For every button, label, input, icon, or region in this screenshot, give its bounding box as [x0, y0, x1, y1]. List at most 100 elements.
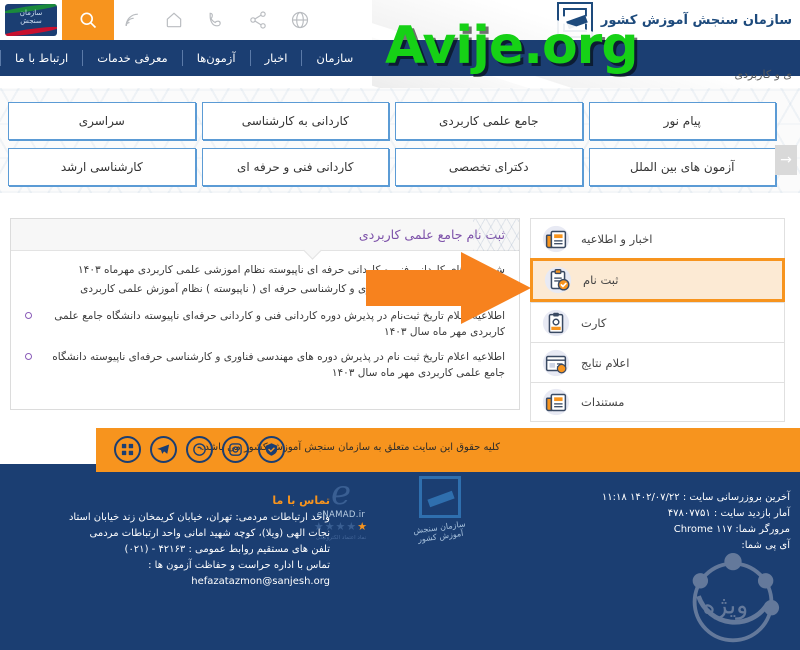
sidebar-item-registration[interactable]: ثبت نام: [530, 258, 785, 302]
stat-value: ۴۷۸۰۷۷۵۱: [667, 508, 711, 519]
sanjesh-badge-caption: سازمان سنجش آموزش کشور: [412, 519, 467, 545]
news-link-1[interactable]: اطلاعیه اعلام تاریخ ثبت‌نام در پذیرش دور…: [37, 308, 505, 340]
nav-item-azmonha[interactable]: آزمون‌ها: [183, 51, 250, 65]
results-icon: [541, 348, 571, 378]
organization-title: سازمان سنجش آموزش کشور: [600, 12, 793, 28]
footer-orange-bar: کلیه حقوق این سایت متعلق به سازمان سنجش …: [96, 428, 800, 472]
stat-label: مرورگر شما:: [735, 524, 790, 535]
sidebar-item-news[interactable]: اخبار و اطلاعیه: [530, 218, 785, 258]
sidebar-item-label: ثبت نام: [583, 273, 619, 287]
category-button-grid: پیام نور جامع علمی کاربردی کاردانی به کا…: [8, 102, 776, 186]
panel-body: ش دوره های کاردانی فنی و کاردانی حرفه ای…: [11, 251, 519, 389]
top-bar: سازمان سنجش سازمان سنجش آموزش کشور: [0, 0, 800, 40]
search-icon: [80, 12, 97, 29]
bullet-icon: [25, 312, 32, 319]
stat-visits: آمار بازدید سایت : ۴۷۸۰۷۷۵۱: [602, 506, 790, 522]
nav-separator: [82, 50, 84, 66]
sidebar-item-documents[interactable]: مستندات: [530, 382, 785, 422]
sidebar-item-card[interactable]: کارت: [530, 302, 785, 342]
sidebar-item-label: اعلام نتایج: [581, 355, 630, 370]
main-navigation: سازمان اخبار آزمون‌ها معرفی خدمات ارتباط…: [0, 40, 800, 76]
sidebar-item-label: کارت: [581, 315, 607, 330]
nav-separator: [181, 50, 183, 66]
organization-logo[interactable]: سازمان سنجش آموزش کشور: [556, 2, 793, 38]
panel-line-1: ش دوره های کاردانی فنی و کاردانی حرفه ای…: [78, 264, 505, 276]
contact-line-2: نجات الهی (ویلا)، کوچه شهید امانی واحد ا…: [89, 528, 330, 539]
id-card-icon: [541, 308, 571, 338]
page-root: سازمان سنجش سازمان سنجش آموزش کشور سازما…: [0, 0, 800, 650]
nav-item-ertebat[interactable]: ارتباط با ما: [1, 51, 82, 65]
panel-header: ثبت نام جامع علمی کاربردی: [11, 219, 519, 251]
category-button-kardani-be-karshenasi[interactable]: کاردانی به کارشناسی: [201, 102, 389, 140]
instagram-icon[interactable]: [222, 436, 249, 463]
footer: تماس با ما واحد ارتباطات مردمی: تهران، خ…: [0, 464, 800, 650]
contact-line-1: واحد ارتباطات مردمی: تهران، خیابان کریمخ…: [68, 512, 330, 523]
stat-label: آخرین بروزرسانی سایت :: [682, 492, 790, 503]
stat-label: آی پی شما:: [741, 540, 790, 551]
nav-separator: [249, 50, 251, 66]
telegram-icon[interactable]: [150, 436, 177, 463]
main-content: ثبت نام جامع علمی کاربردی ش دوره های کار…: [0, 200, 800, 428]
enamad-letter-icon: e: [330, 473, 352, 513]
category-button-sarasari[interactable]: سراسری: [8, 102, 196, 140]
enamad-subtitle: نماد اعتماد الکترونیکی: [315, 535, 367, 541]
documents-icon: [541, 387, 571, 417]
news-link-2[interactable]: اطلاعیه اعلام تاریخ ثبت نام در پذیرش دور…: [37, 349, 505, 381]
site-stats: آخرین بروزرسانی سایت : ۱۴۰۲/۰۷/۲۲ ۱۱:۱۸ …: [602, 490, 790, 554]
search-button[interactable]: [62, 0, 114, 40]
breadcrumb: ی و کاربردی: [734, 68, 792, 81]
contact-block: تماس با ما واحد ارتباطات مردمی: تهران، خ…: [30, 494, 330, 590]
carousel-next-button[interactable]: →: [775, 145, 797, 175]
sanjesh-badge: سازمان سنجش آموزش کشور: [404, 476, 476, 544]
nav-item-akhbar[interactable]: اخبار: [251, 51, 302, 65]
nav-item-khadamat[interactable]: معرفی خدمات: [83, 51, 181, 65]
stat-value: Chrome ۱۱۷: [673, 524, 733, 535]
category-button-beyn-almelal[interactable]: آزمون های بین الملل: [588, 148, 776, 186]
footer-badges: سازمان سنجش آموزش کشور e eNAMAD.ir ★★★★★…: [300, 476, 476, 544]
side-menu: اخبار و اطلاعیه ثبت نام کارت اعلام نتایج…: [530, 218, 785, 422]
apps-icon[interactable]: [114, 436, 141, 463]
category-button-karshenasi-arshad[interactable]: کارشناسی ارشد: [8, 148, 196, 186]
phone-icon[interactable]: [206, 10, 226, 30]
nav-item-sazman[interactable]: سازمان: [302, 51, 367, 65]
contact-title: تماس با ما: [272, 494, 330, 507]
nav-separator: [301, 50, 303, 66]
stat-last-update: آخرین بروزرسانی سایت : ۱۴۰۲/۰۷/۲۲ ۱۱:۱۸: [602, 490, 790, 506]
rss-icon[interactable]: [122, 10, 142, 30]
stat-value: ۱۴۰۲/۰۷/۲۲ ۱۱:۱۸: [601, 492, 680, 503]
social-icon-row: [114, 436, 285, 463]
aparat-icon[interactable]: [186, 436, 213, 463]
list-item[interactable]: اطلاعیه اعلام تاریخ ثبت‌نام در پذیرش دور…: [25, 308, 505, 340]
panel-line-2: پذیرش دوره های مهندسی فناوری و کارشناسی …: [80, 283, 505, 295]
enamad-name: eNAMAD.ir: [316, 510, 366, 520]
site-emblem-left[interactable]: سازمان سنجش: [0, 0, 62, 40]
check-shield-icon[interactable]: [258, 436, 285, 463]
sanjesh-logo-icon: [419, 476, 461, 518]
category-button-jame-elmi-karbordi[interactable]: جامع علمی کاربردی: [395, 102, 583, 140]
stat-label: آمار بازدید سایت :: [713, 508, 790, 519]
enamad-stars: ★★★★★: [313, 520, 369, 533]
bullet-icon: [25, 353, 32, 360]
sidebar-item-label: مستندات: [581, 395, 625, 409]
category-button-payam-noor[interactable]: پیام نور: [588, 102, 776, 140]
list-item[interactable]: اطلاعیه اعلام تاریخ ثبت نام در پذیرش دور…: [25, 349, 505, 381]
category-button-doctora-takhasosi[interactable]: دکترای تخصصی: [395, 148, 583, 186]
iran-emblem-icon: سازمان سنجش: [5, 4, 57, 36]
share-icon[interactable]: [248, 10, 268, 30]
news-icon: [541, 224, 571, 254]
sidebar-item-label: اخبار و اطلاعیه: [581, 231, 653, 246]
stat-ip: آی پی شما:: [602, 538, 790, 554]
enamad-badge[interactable]: e eNAMAD.ir ★★★★★ نماد اعتماد الکترونیکی: [300, 476, 382, 541]
contact-line-4: تماس با اداره حراست و حفاظت آزمون ها :: [148, 560, 330, 571]
footer-notch: [0, 428, 96, 464]
stat-browser: مرورگر شما: Chrome ۱۱۷: [602, 522, 790, 538]
nav-separator: [0, 50, 1, 66]
home-icon[interactable]: [164, 10, 184, 30]
panel-header-pattern: [473, 219, 519, 251]
contact-email-link[interactable]: hefazatazmon@sanjesh.org: [30, 574, 330, 590]
sanjesh-logo-icon: [556, 2, 593, 38]
category-button-kardani-fani[interactable]: کاردانی فنی و حرفه ای: [201, 148, 389, 186]
contact-line-3: تلفن های مستقیم روابط عمومی : ۴۲۱۶۳ - (۰…: [124, 544, 330, 555]
globe-icon[interactable]: [290, 10, 310, 30]
sidebar-item-results[interactable]: اعلام نتایج: [530, 342, 785, 382]
